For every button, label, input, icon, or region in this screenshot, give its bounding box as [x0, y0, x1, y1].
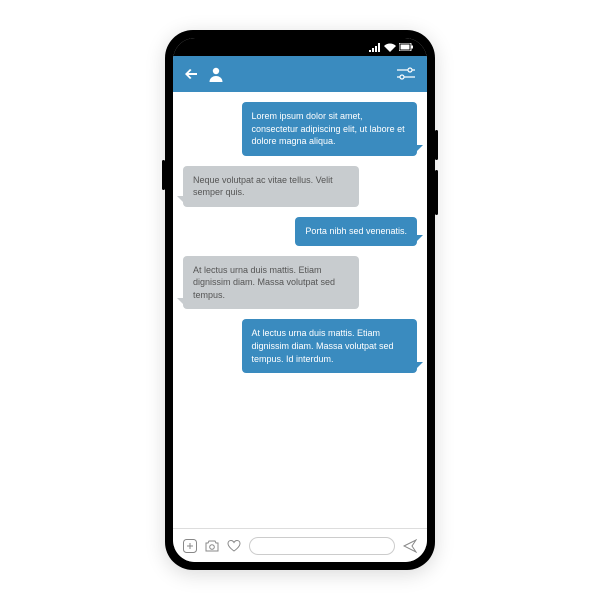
side-button	[162, 160, 165, 190]
chat-footer	[173, 528, 427, 562]
side-button	[435, 170, 438, 215]
filter-settings-icon[interactable]	[397, 67, 415, 81]
wifi-icon	[384, 43, 396, 52]
message-bubble-sent[interactable]: At lectus urna duis mattis. Etiam dignis…	[242, 319, 418, 373]
add-icon[interactable]	[183, 539, 197, 553]
battery-icon	[399, 43, 413, 51]
messages-list[interactable]: Lorem ipsum dolor sit amet, consectetur …	[173, 92, 427, 528]
status-bar	[173, 38, 427, 56]
message-bubble-sent[interactable]: Lorem ipsum dolor sit amet, consectetur …	[242, 102, 418, 156]
heart-icon[interactable]	[227, 540, 241, 552]
message-bubble-received[interactable]: Neque volutpat ac vitae tellus. Velit se…	[183, 166, 359, 207]
signal-icon	[369, 43, 381, 52]
message-bubble-received[interactable]: At lectus urna duis mattis. Etiam dignis…	[183, 256, 359, 310]
phone-frame: Lorem ipsum dolor sit amet, consectetur …	[165, 30, 435, 570]
camera-icon[interactable]	[205, 540, 219, 552]
send-icon[interactable]	[403, 539, 417, 553]
avatar-icon[interactable]	[207, 65, 225, 83]
screen: Lorem ipsum dolor sit amet, consectetur …	[173, 38, 427, 562]
back-arrow-icon[interactable]	[185, 66, 197, 82]
header-left	[185, 65, 225, 83]
chat-header	[173, 56, 427, 92]
side-button	[435, 130, 438, 160]
message-bubble-sent[interactable]: Porta nibh sed venenatis.	[295, 217, 417, 246]
message-input[interactable]	[249, 537, 395, 555]
